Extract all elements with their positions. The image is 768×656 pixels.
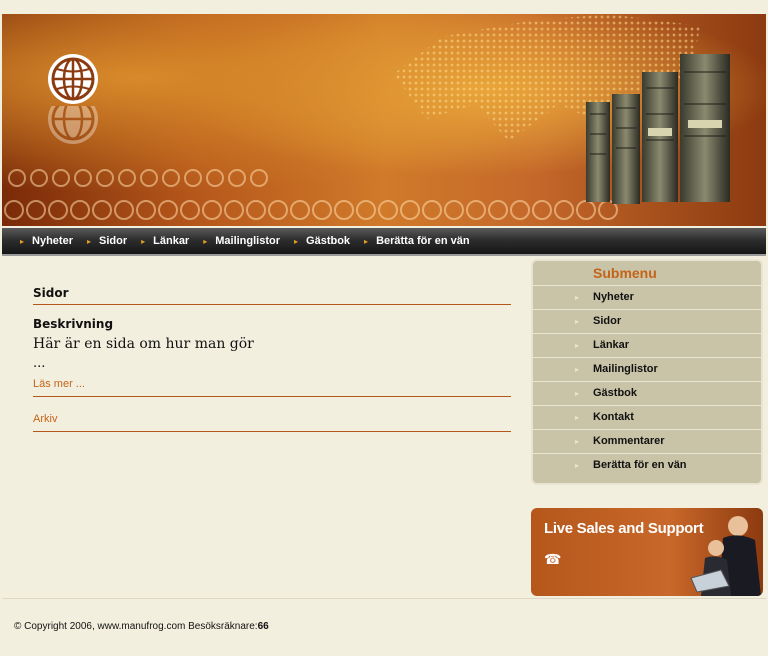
read-more-link[interactable]: Läs mer ... bbox=[33, 378, 85, 390]
main-content: Sidor Beskrivning Här är en sida om hur … bbox=[33, 286, 511, 432]
submenu-item-nyheter[interactable]: ▸ Nyheter bbox=[533, 286, 761, 310]
nav-item-gastbok[interactable]: ▸ Gästbok bbox=[294, 235, 350, 247]
archive-row: Arkiv bbox=[33, 407, 511, 432]
support-title: Live Sales and Support bbox=[544, 520, 704, 537]
bullet-icon: ▸ bbox=[574, 341, 579, 350]
nav-item-sidor[interactable]: ▸ Sidor bbox=[87, 235, 127, 247]
bullet-icon: ▸ bbox=[141, 236, 146, 246]
submenu-item-tell-a-friend[interactable]: ▸ Berätta för en vän bbox=[533, 454, 761, 477]
bullet-icon: ▸ bbox=[574, 389, 579, 398]
bullet-icon: ▸ bbox=[574, 293, 579, 302]
phone-icon: ☎ bbox=[544, 552, 562, 568]
submenu-item-label: Berätta för en vän bbox=[593, 459, 687, 471]
bullet-icon: ▸ bbox=[86, 236, 91, 246]
globe-reflection bbox=[46, 106, 100, 146]
page: ▸ Nyheter ▸ Sidor ▸ Länkar ▸ Mailinglist… bbox=[0, 0, 768, 656]
submenu-item-label: Sidor bbox=[593, 315, 622, 327]
page-title: Sidor bbox=[33, 286, 511, 305]
copyright-text: © Copyright 2006, www.manufrog.com Besök… bbox=[14, 621, 258, 632]
footer: © Copyright 2006, www.manufrog.com Besök… bbox=[14, 621, 269, 632]
nav-item-label: Länkar bbox=[153, 235, 190, 247]
submenu-item-mailinglistor[interactable]: ▸ Mailinglistor bbox=[533, 358, 761, 382]
bullet-icon: ▸ bbox=[364, 236, 369, 246]
bullet-icon: ▸ bbox=[574, 317, 579, 326]
bullet-icon: ▸ bbox=[574, 437, 579, 446]
submenu-item-label: Länkar bbox=[593, 339, 630, 351]
bullet-icon: ▸ bbox=[574, 365, 579, 374]
nav-item-tell-a-friend[interactable]: ▸ Berätta för en vän bbox=[364, 235, 470, 247]
nav-item-label: Gästbok bbox=[306, 235, 351, 247]
submenu-title: Submenu bbox=[533, 261, 761, 286]
bullet-icon: ▸ bbox=[294, 236, 299, 246]
server-racks-image bbox=[586, 54, 730, 204]
support-people-image bbox=[690, 516, 761, 596]
header-banner bbox=[2, 14, 766, 226]
submenu-item-gastbok[interactable]: ▸ Gästbok bbox=[533, 382, 761, 406]
nav-item-label: Nyheter bbox=[32, 235, 73, 247]
submenu-item-label: Mailinglistor bbox=[593, 363, 658, 375]
nav-item-nyheter[interactable]: ▸ Nyheter bbox=[20, 235, 73, 247]
main-nav: ▸ Nyheter ▸ Sidor ▸ Länkar ▸ Mailinglist… bbox=[2, 228, 766, 256]
description-ellipsis: ... bbox=[33, 356, 46, 371]
bullet-icon: ▸ bbox=[203, 236, 208, 246]
submenu-item-lankar[interactable]: ▸ Länkar bbox=[533, 334, 761, 358]
nav-item-label: Sidor bbox=[99, 235, 128, 247]
submenu-item-kommentarer[interactable]: ▸ Kommentarer bbox=[533, 430, 761, 454]
submenu-item-label: Gästbok bbox=[593, 387, 638, 399]
description-text: Här är en sida om hur man gör bbox=[33, 336, 254, 352]
nav-item-lankar[interactable]: ▸ Länkar bbox=[141, 235, 189, 247]
submenu-item-label: Kommentarer bbox=[593, 435, 665, 447]
submenu-item-sidor[interactable]: ▸ Sidor bbox=[533, 310, 761, 334]
submenu-item-label: Nyheter bbox=[593, 291, 634, 303]
globe-icon bbox=[48, 54, 98, 104]
submenu-panel: Submenu ▸ Nyheter ▸ Sidor ▸ Länkar ▸ Mai… bbox=[531, 259, 763, 485]
live-support-banner[interactable]: Live Sales and Support ☎ bbox=[531, 508, 763, 596]
archive-link[interactable]: Arkiv bbox=[33, 413, 57, 425]
submenu-item-kontakt[interactable]: ▸ Kontakt bbox=[533, 406, 761, 430]
bullet-icon: ▸ bbox=[574, 413, 579, 422]
submenu-item-label: Kontakt bbox=[593, 411, 634, 423]
read-more-row: Läs mer ... bbox=[33, 372, 511, 397]
section-title: Beskrivning bbox=[33, 317, 114, 331]
nav-item-mailinglistor[interactable]: ▸ Mailinglistor bbox=[203, 235, 280, 247]
nav-item-label: Mailinglistor bbox=[215, 235, 281, 247]
bullet-icon: ▸ bbox=[20, 236, 25, 246]
nav-item-label: Berätta för en vän bbox=[376, 235, 470, 247]
visitor-counter: 66 bbox=[257, 621, 269, 632]
footer-divider bbox=[2, 598, 766, 599]
bullet-icon: ▸ bbox=[574, 461, 579, 470]
